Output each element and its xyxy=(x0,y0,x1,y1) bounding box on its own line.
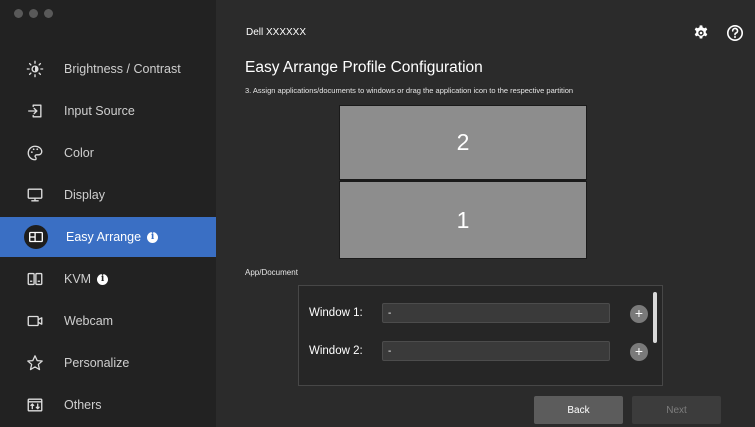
window-label: Window 2: xyxy=(309,345,363,357)
partition-1[interactable]: 1 xyxy=(339,181,587,259)
sidebar-item-personalize[interactable]: Personalize xyxy=(0,343,216,383)
page-title: Easy Arrange Profile Configuration xyxy=(245,59,483,76)
sidebar-item-others[interactable]: Others xyxy=(0,385,216,425)
sidebar-item-label: Color xyxy=(64,146,94,160)
input-arrow-icon xyxy=(24,100,46,122)
sidebar-item-label: KVM xyxy=(64,272,92,286)
scrollbar[interactable] xyxy=(653,292,657,343)
kvm-icon xyxy=(24,268,46,290)
sidebar: Brightness / Contrast Input Source Color… xyxy=(0,0,216,427)
zoom-window-button[interactable] xyxy=(44,9,53,18)
app-document-label: App/Document xyxy=(245,268,298,277)
device-name: Dell XXXXXX xyxy=(246,27,307,38)
window-assignment-list[interactable]: Window 1: - + Window 2: - + xyxy=(298,285,663,386)
sidebar-item-color[interactable]: Color xyxy=(0,133,216,173)
sidebar-item-label: Personalize xyxy=(64,356,130,370)
sidebar-item-label: Webcam xyxy=(64,314,114,328)
monitor-icon xyxy=(24,184,46,206)
window-controls xyxy=(14,9,53,18)
question-circle-icon[interactable] xyxy=(726,24,744,42)
add-window-2-button[interactable]: + xyxy=(630,343,648,361)
sidebar-item-easy-arrange[interactable]: Easy Arrange i xyxy=(0,217,216,257)
sidebar-item-label: Others xyxy=(64,398,102,412)
next-button[interactable]: Next xyxy=(632,396,721,424)
sidebar-item-webcam[interactable]: Webcam xyxy=(0,301,216,341)
others-icon xyxy=(24,394,46,416)
info-icon[interactable]: i xyxy=(97,273,109,285)
partition-2[interactable]: 2 xyxy=(339,105,587,182)
sun-icon xyxy=(24,58,46,80)
sidebar-item-input-source[interactable]: Input Source xyxy=(0,91,216,131)
window-label: Window 1: xyxy=(309,307,363,319)
close-window-button[interactable] xyxy=(14,9,23,18)
sidebar-item-label: Input Source xyxy=(64,104,135,118)
sidebar-item-brightness-contrast[interactable]: Brightness / Contrast xyxy=(0,49,216,89)
window-1-field[interactable]: - xyxy=(382,303,610,323)
instruction-text: 3. Assign applications/documents to wind… xyxy=(245,86,574,95)
sidebar-item-label: Brightness / Contrast xyxy=(64,62,181,76)
partition-layout: 2 1 xyxy=(339,105,587,259)
window-row: Window 1: - + xyxy=(299,303,649,327)
sidebar-item-label: Display xyxy=(64,188,105,202)
sidebar-item-display[interactable]: Display xyxy=(0,175,216,215)
sidebar-item-kvm[interactable]: KVM i xyxy=(0,259,216,299)
window-2-field[interactable]: - xyxy=(382,341,610,361)
window-row: Window 2: - + xyxy=(299,341,649,365)
add-window-1-button[interactable]: + xyxy=(630,305,648,323)
sidebar-item-label: Easy Arrange xyxy=(66,230,142,244)
gear-icon[interactable] xyxy=(692,24,710,42)
camera-icon xyxy=(24,310,46,332)
info-icon[interactable]: i xyxy=(147,231,159,243)
back-button[interactable]: Back xyxy=(534,396,623,424)
minimize-window-button[interactable] xyxy=(29,9,38,18)
palette-icon xyxy=(24,142,46,164)
layout-icon xyxy=(24,225,48,249)
star-icon xyxy=(24,352,46,374)
